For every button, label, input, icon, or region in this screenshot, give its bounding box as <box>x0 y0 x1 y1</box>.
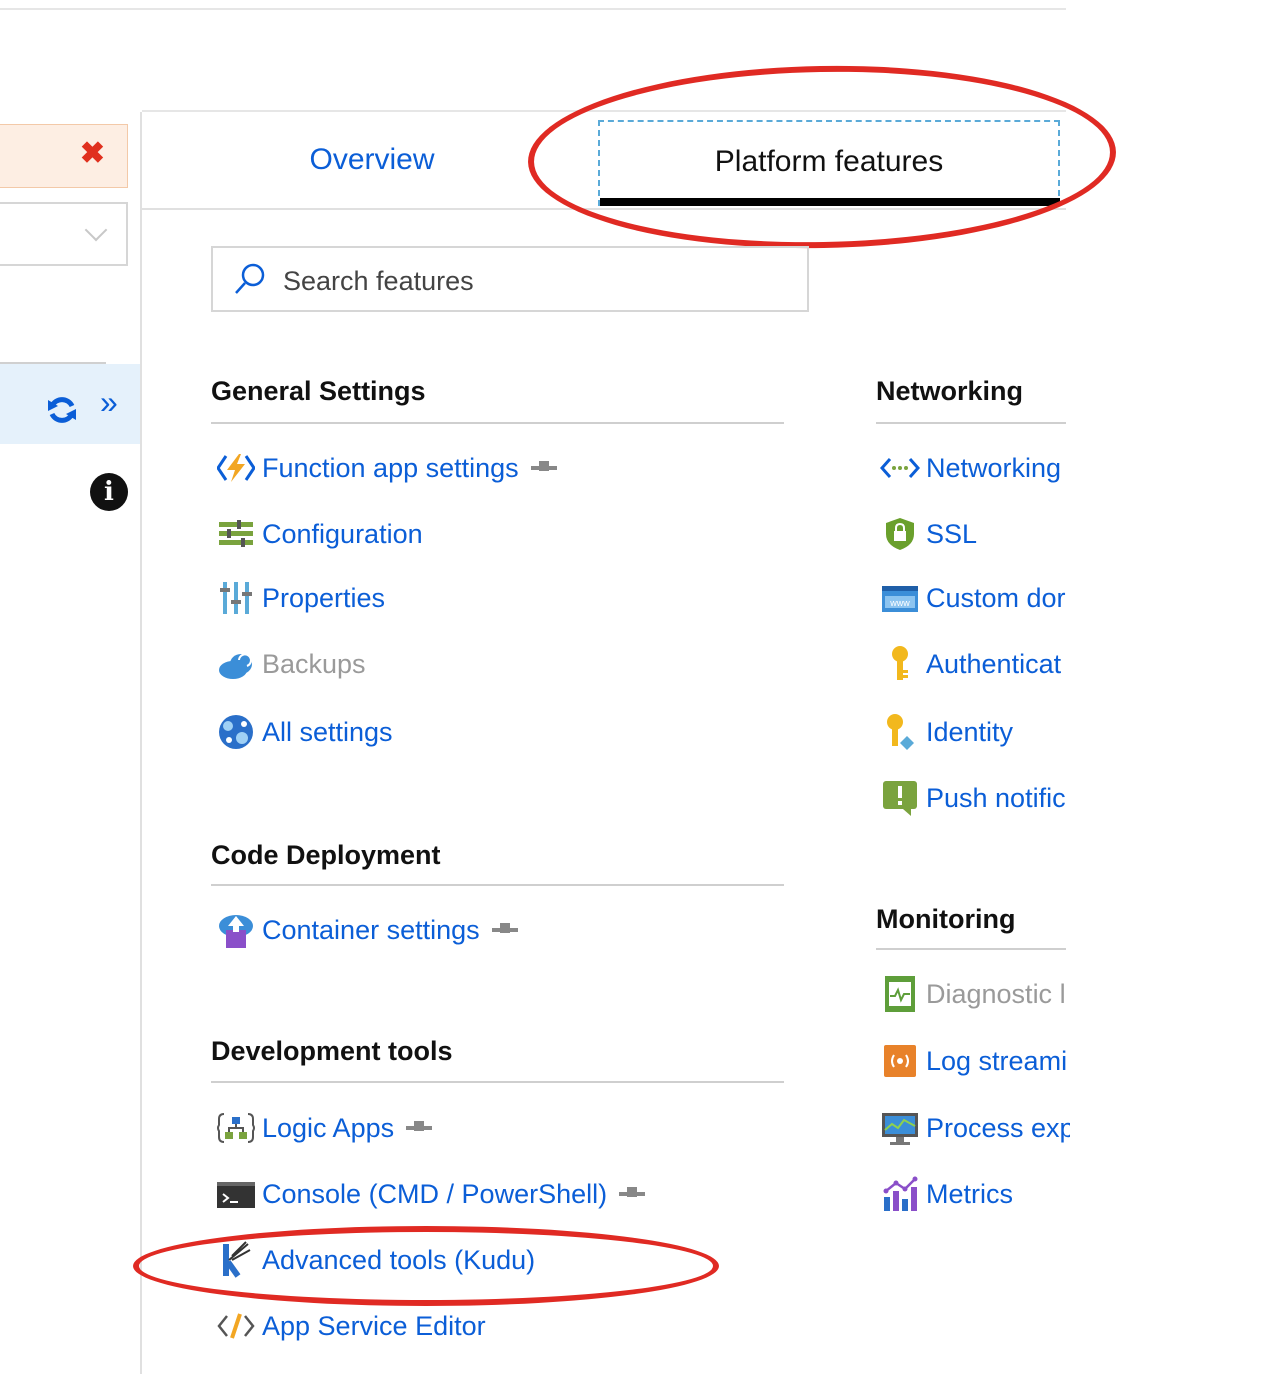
feature-label: Push notific <box>926 782 1066 813</box>
cloud-backup-icon <box>216 644 256 684</box>
highlight-ellipse-platform-tab <box>526 60 1118 254</box>
feature-label: Process exp <box>926 1112 1070 1143</box>
networking-icon <box>880 448 920 488</box>
feature-label: Container settings <box>262 914 480 945</box>
push-notification-icon <box>880 778 920 818</box>
left-panel-border <box>140 112 142 1374</box>
feature-label: Properties <box>262 582 386 613</box>
feature-function-app-settings[interactable]: Function app settings <box>216 448 557 488</box>
feature-container-settings[interactable]: Container settings <box>216 910 518 950</box>
code-editor-icon <box>216 1306 256 1346</box>
feature-networking[interactable]: Networking <box>880 448 1070 488</box>
feature-label: Metrics <box>926 1178 1013 1209</box>
section-rule <box>876 422 1066 424</box>
section-title-general-settings: General Settings <box>211 376 426 406</box>
pin-icon[interactable] <box>530 461 557 471</box>
search-input[interactable] <box>281 260 785 302</box>
process-explorer-icon <box>880 1108 920 1148</box>
feature-authentication[interactable]: Authenticat <box>880 644 1070 684</box>
error-banner: ✖ <box>0 124 128 188</box>
subscription-dropdown[interactable] <box>0 202 128 266</box>
feature-label: Backups <box>262 648 366 679</box>
feature-label: App Service Editor <box>262 1310 486 1341</box>
pin-icon[interactable] <box>619 1187 646 1197</box>
feature-label: Authenticat <box>926 648 1062 679</box>
www-icon: www <box>880 578 920 618</box>
pin-icon[interactable] <box>491 923 518 933</box>
section-title-networking: Networking <box>876 376 1024 406</box>
section-title-code-deployment: Code Deployment <box>211 840 441 870</box>
feature-label: Function app settings <box>262 452 519 483</box>
container-cloud-icon <box>216 910 256 950</box>
section-title-development-tools: Development tools <box>211 1036 453 1066</box>
pin-icon[interactable] <box>406 1121 433 1131</box>
top-divider <box>0 8 1066 10</box>
feature-metrics[interactable]: Metrics <box>880 1174 1070 1214</box>
feature-console[interactable]: Console (CMD / PowerShell) <box>216 1174 646 1214</box>
console-icon <box>216 1174 256 1214</box>
feature-label: Logic Apps <box>262 1112 395 1143</box>
logic-apps-icon <box>216 1108 256 1148</box>
section-rule <box>211 422 784 424</box>
feature-app-service-editor[interactable]: App Service Editor <box>216 1306 486 1346</box>
svg-text:www: www <box>889 598 910 608</box>
search-box[interactable] <box>211 246 809 312</box>
feature-label: Networking <box>926 452 1062 483</box>
section-rule <box>211 884 784 886</box>
refresh-icon[interactable] <box>46 394 78 433</box>
feature-ssl[interactable]: SSL <box>880 514 1070 554</box>
configuration-icon <box>216 514 256 554</box>
section-title-monitoring: Monitoring <box>876 904 1016 934</box>
feature-label: SSL <box>926 518 978 549</box>
section-rule <box>876 948 1066 950</box>
feature-identity[interactable]: Identity <box>880 712 1070 752</box>
feature-process-explorer[interactable]: Process exp <box>880 1108 1070 1148</box>
feature-push-notifications[interactable]: Push notific <box>880 778 1070 818</box>
feature-logic-apps[interactable]: Logic Apps <box>216 1108 433 1148</box>
feature-label: All settings <box>262 716 393 747</box>
key-icon <box>880 644 920 684</box>
feature-properties[interactable]: Properties <box>216 578 385 618</box>
shield-lock-icon <box>880 514 920 554</box>
feature-label: Diagnostic l <box>926 978 1066 1009</box>
feature-log-streaming[interactable]: Log streami <box>880 1041 1070 1081</box>
feature-label: Identity <box>926 716 1014 747</box>
feature-label: Console (CMD / PowerShell) <box>262 1178 608 1209</box>
feature-configuration[interactable]: Configuration <box>216 514 423 554</box>
section-rule <box>211 1081 784 1083</box>
chevron-down-icon <box>84 218 108 242</box>
globe-settings-icon <box>216 712 256 752</box>
feature-diagnostic-logs[interactable]: Diagnostic l <box>880 974 1070 1014</box>
identity-key-icon <box>880 712 920 752</box>
feature-all-settings[interactable]: All settings <box>216 712 393 752</box>
feature-backups[interactable]: Backups <box>216 644 366 684</box>
expand-icon[interactable]: » <box>100 384 118 421</box>
metrics-chart-icon <box>880 1174 920 1214</box>
search-icon <box>235 263 265 294</box>
info-icon[interactable]: i <box>90 473 128 511</box>
feature-label: Log streami <box>926 1045 1068 1076</box>
feature-label: Custom dor <box>926 582 1066 613</box>
log-streaming-icon <box>880 1041 920 1081</box>
lightning-icon <box>216 448 256 488</box>
properties-icon <box>216 578 256 618</box>
feature-custom-domains[interactable]: www Custom dor <box>880 578 1070 618</box>
highlight-ellipse-kudu <box>133 1226 719 1306</box>
feature-label: Configuration <box>262 518 423 549</box>
close-icon[interactable]: ✖ <box>80 139 105 169</box>
diagnostic-logs-icon <box>880 974 920 1014</box>
